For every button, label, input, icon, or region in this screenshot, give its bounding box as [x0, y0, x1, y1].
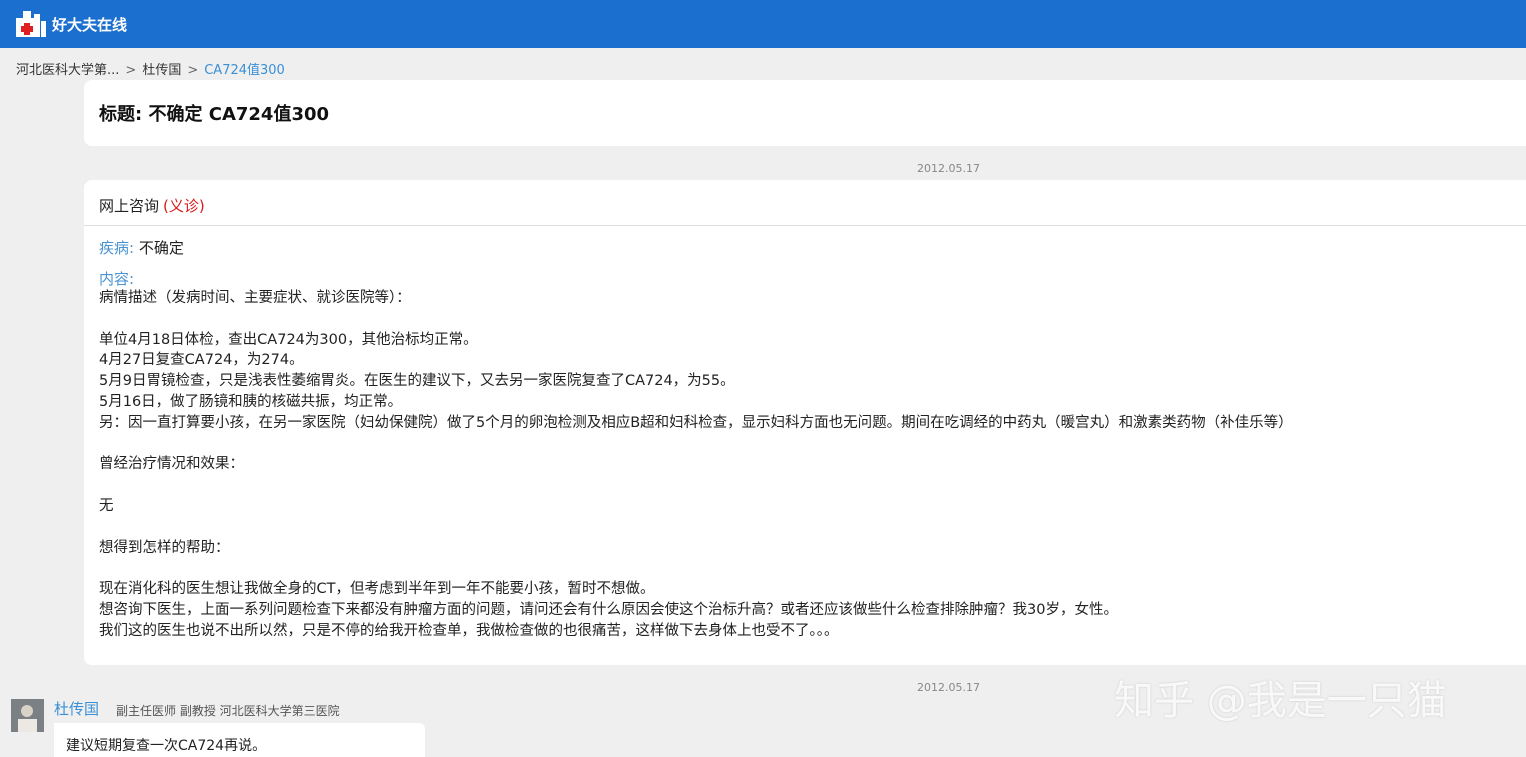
breadcrumb-separator: > — [125, 63, 137, 78]
breadcrumb-doctor-link[interactable]: 杜传国 — [142, 63, 181, 78]
logo-text: 好大夫在线 — [52, 15, 128, 34]
reply-date: 2012.05.17 — [917, 681, 980, 694]
divider — [84, 225, 1526, 226]
reply-bubble: 建议短期复查一次CA724再说。 — [54, 723, 425, 757]
hospital-icon — [14, 9, 48, 39]
top-header-bar: 好大夫在线 — [0, 0, 1526, 48]
page-title: 标题: 不确定 CA724值300 — [99, 104, 330, 125]
consultation-card: 网上咨询 (义诊) 疾病: 不确定 内容: 病情描述（发病时间、主要症状、就诊医院… — [84, 180, 1526, 665]
reply-text: 建议短期复查一次CA724再说。 — [66, 738, 267, 754]
consultation-type: 网上咨询 (义诊) — [99, 195, 205, 216]
doctor-title: 副主任医师 副教授 河北医科大学第三医院 — [116, 704, 340, 718]
breadcrumb-hospital-link[interactable]: 河北医科大学第... — [16, 63, 119, 78]
breadcrumb-current: CA724值300 — [204, 63, 285, 78]
watermark: 知乎 @我是一只猫 — [1114, 678, 1447, 724]
doctor-name-link[interactable]: 杜传国 — [54, 698, 99, 719]
disease-label: 疾病: — [99, 239, 135, 257]
breadcrumb: 河北医科大学第... > 杜传国 > CA724值300 — [16, 59, 285, 78]
breadcrumb-separator: > — [187, 63, 199, 78]
site-logo[interactable]: 好大夫在线 — [14, 9, 127, 39]
consultation-content: 病情描述（发病时间、主要症状、就诊医院等）： 单位4月18日体检，查出CA724… — [99, 290, 1293, 639]
consultation-type-tag: (义诊) — [163, 197, 205, 215]
disease-value: 不确定 — [138, 239, 184, 257]
title-card: 标题: 不确定 CA724值300 — [84, 80, 1526, 146]
disease-field: 疾病: 不确定 — [99, 237, 184, 258]
content-label: 内容: — [99, 270, 135, 288]
consultation-date: 2012.05.17 — [917, 162, 980, 175]
consultation-type-label: 网上咨询 — [99, 197, 160, 215]
avatar[interactable] — [11, 699, 44, 732]
